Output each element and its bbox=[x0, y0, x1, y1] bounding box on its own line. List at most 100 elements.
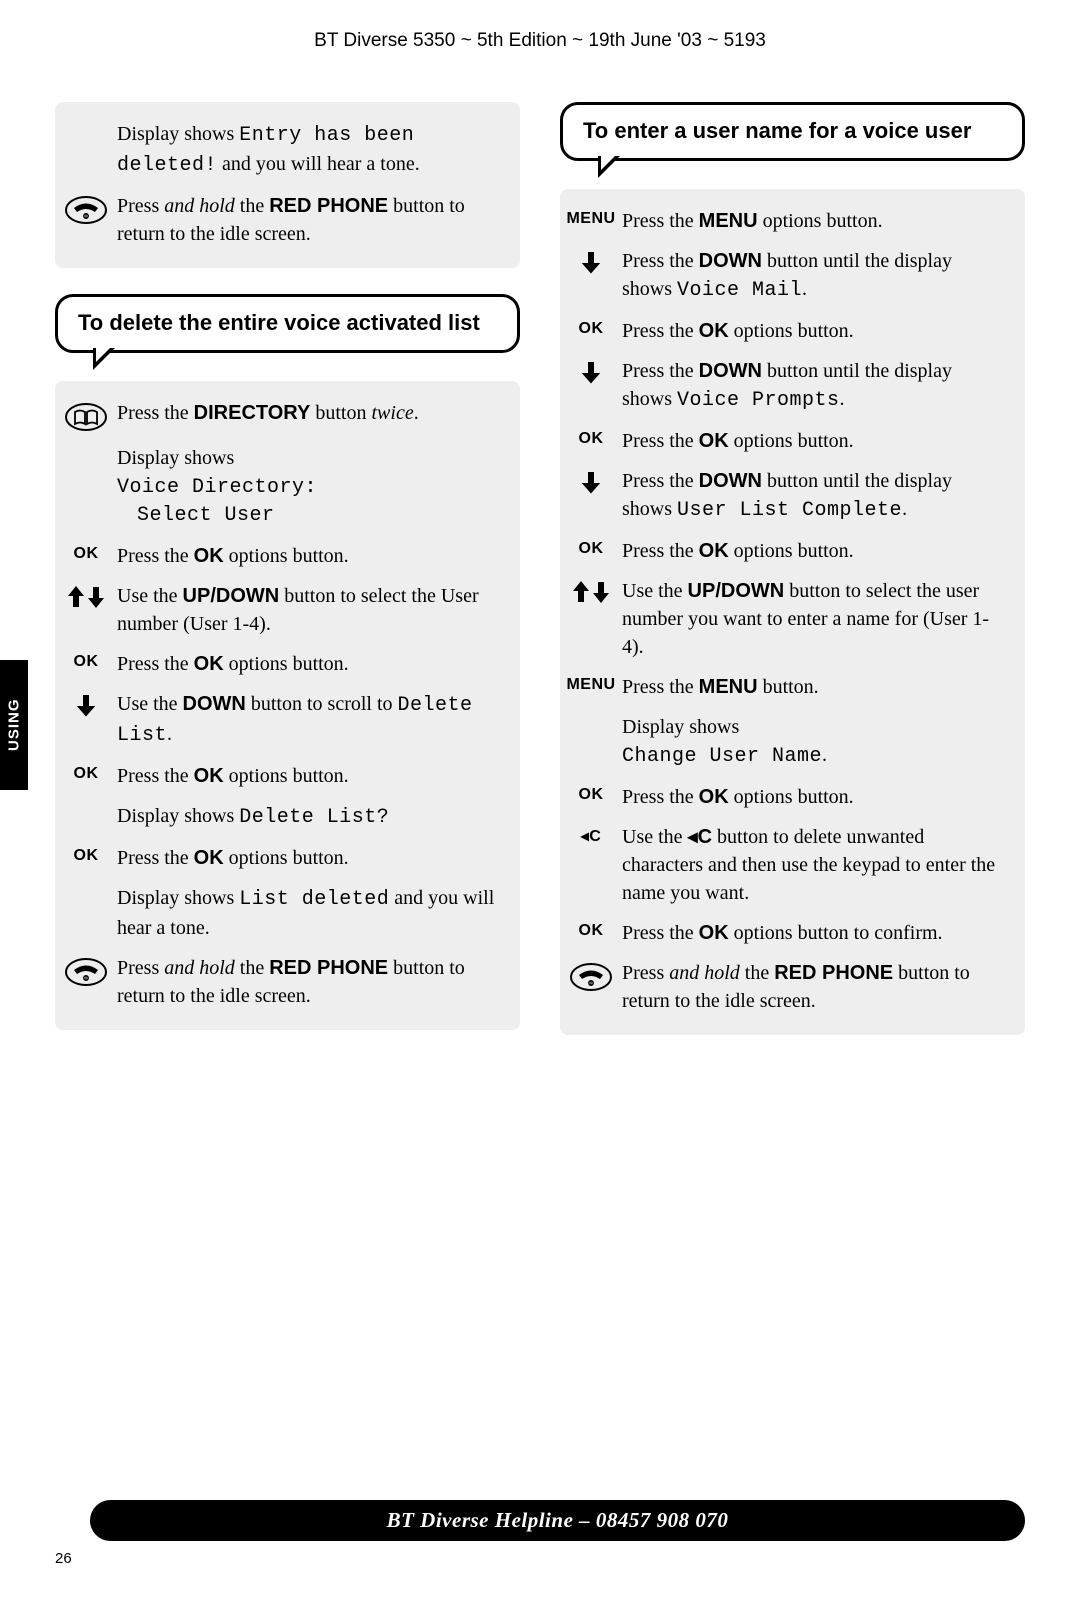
instruction-step: OK Press the OK options button. bbox=[55, 756, 520, 796]
instruction-step: OKPress the OK options button. bbox=[560, 777, 1025, 817]
instruction-step: Press the DIRECTORY button twice. bbox=[55, 393, 520, 438]
step-icon-slot bbox=[55, 954, 117, 987]
step-icon-slot: OK bbox=[55, 844, 117, 865]
step-icon-slot bbox=[55, 690, 117, 717]
step-icon-slot: MENU bbox=[560, 673, 622, 694]
callout-text: To enter a user name for a voice user bbox=[583, 118, 971, 143]
instruction-step: OKPress the OK options button to confirm… bbox=[560, 913, 1025, 953]
step-icon-slot bbox=[55, 120, 117, 123]
instruction-step: Press and hold the RED PHONE button to r… bbox=[560, 953, 1025, 1021]
callout-text: To delete the entire voice activated lis… bbox=[78, 310, 480, 335]
step-text: Press the OK options button to confirm. bbox=[622, 919, 951, 947]
step-text: Press the OK options button. bbox=[622, 317, 862, 345]
step-text: Press the OK options button. bbox=[622, 427, 862, 455]
step-icon-slot: ◂C bbox=[560, 823, 622, 846]
ok-label-icon: OK bbox=[74, 765, 99, 783]
callout-delete-list: To delete the entire voice activated lis… bbox=[55, 294, 520, 353]
step-text: Press the OK options button. bbox=[117, 844, 357, 872]
step-text: Press the OK options button. bbox=[117, 650, 357, 678]
instruction-step: Press the DOWN button until the display … bbox=[560, 351, 1025, 421]
instruction-step: Press the DOWN button until the display … bbox=[560, 461, 1025, 531]
step-text: Press and hold the RED PHONE button to r… bbox=[117, 954, 508, 1010]
step-icon-slot bbox=[560, 959, 622, 992]
instruction-step: Press and hold the RED PHONE button to r… bbox=[55, 186, 520, 254]
page-content: Display shows Entry has been deleted! an… bbox=[55, 102, 1025, 1035]
steps-graybox-left: Press the DIRECTORY button twice. Display… bbox=[55, 381, 520, 1030]
step-text: Press the DOWN button until the display … bbox=[622, 357, 1013, 415]
right-column: To enter a user name for a voice user ME… bbox=[560, 102, 1025, 1035]
document-header: BT Diverse 5350 ~ 5th Edition ~ 19th Jun… bbox=[0, 0, 1080, 52]
red-phone-icon bbox=[569, 962, 613, 992]
ok-label-icon: OK bbox=[74, 653, 99, 671]
step-icon-slot bbox=[560, 713, 622, 716]
step-icon-slot: OK bbox=[55, 542, 117, 563]
step-icon-slot bbox=[55, 884, 117, 887]
step-text: Press and hold the RED PHONE button to r… bbox=[622, 959, 1013, 1015]
step-text: Press and hold the RED PHONE button to r… bbox=[117, 192, 508, 248]
down-arrow-icon bbox=[74, 693, 98, 717]
step-text: Display shows Delete List? bbox=[117, 802, 397, 832]
down-arrow-icon bbox=[579, 360, 603, 384]
step-icon-slot bbox=[55, 444, 117, 447]
step-text: Press the DIRECTORY button twice. bbox=[117, 399, 427, 427]
step-text: Use the UP/DOWN button to select the Use… bbox=[117, 582, 508, 638]
step-icon-slot: OK bbox=[560, 537, 622, 558]
step-icon-slot bbox=[560, 247, 622, 274]
step-text: Display showsChange User Name. bbox=[622, 713, 835, 771]
menu-label-icon: MENU bbox=[566, 210, 615, 228]
instruction-step: MENU Press the MENU button. bbox=[560, 667, 1025, 707]
step-icon-slot bbox=[560, 357, 622, 384]
step-icon-slot: OK bbox=[55, 762, 117, 783]
instruction-step: Use the DOWN button to scroll to Delete … bbox=[55, 684, 520, 756]
instruction-step: Display showsVoice Directory:Select User bbox=[55, 438, 520, 536]
instruction-step: Display shows List deleted and you will … bbox=[55, 878, 520, 948]
menu-label-icon: MENU bbox=[566, 676, 615, 694]
ok-label-icon: OK bbox=[579, 430, 604, 448]
page-number: 26 bbox=[55, 1550, 72, 1567]
ok-label-icon: OK bbox=[579, 320, 604, 338]
instruction-step: Display shows Delete List? bbox=[55, 796, 520, 838]
step-text: Press the OK options button. bbox=[117, 762, 357, 790]
step-text: Press the DOWN button until the display … bbox=[622, 467, 1013, 525]
instruction-step: OK Press the OK options button. bbox=[55, 644, 520, 684]
red-phone-icon bbox=[64, 957, 108, 987]
step-text: Use the DOWN button to scroll to Delete … bbox=[117, 690, 508, 750]
instruction-step: OK Press the OK options button. bbox=[560, 421, 1025, 461]
step-text: Press the MENU button. bbox=[622, 673, 827, 701]
step-icon-slot: MENU bbox=[560, 207, 622, 228]
left-column: Display shows Entry has been deleted! an… bbox=[55, 102, 520, 1035]
step-icon-slot bbox=[560, 467, 622, 494]
instruction-step: Use the UP/DOWN button to select the use… bbox=[560, 571, 1025, 667]
step-icon-slot: OK bbox=[55, 650, 117, 671]
instruction-step: OK Press the OK options button. bbox=[560, 311, 1025, 351]
red-phone-icon bbox=[64, 195, 108, 225]
step-icon-slot bbox=[55, 399, 117, 432]
step-icon-slot: OK bbox=[560, 919, 622, 940]
step-text: Display shows Entry has been deleted! an… bbox=[117, 120, 508, 180]
instruction-step: ◂CUse the ◂C button to delete unwanted c… bbox=[560, 817, 1025, 913]
instruction-step: OK Press the OK options button. bbox=[55, 536, 520, 576]
down-arrow-icon bbox=[579, 250, 603, 274]
step-text: Press the DOWN button until the display … bbox=[622, 247, 1013, 305]
instruction-step: Display shows Entry has been deleted! an… bbox=[55, 114, 520, 186]
up-down-arrow-icon bbox=[66, 585, 106, 609]
down-arrow-icon bbox=[579, 470, 603, 494]
directory-book-icon bbox=[64, 402, 108, 432]
step-text: Press the OK options button. bbox=[117, 542, 357, 570]
instruction-step: OK Press the OK options button. bbox=[55, 838, 520, 878]
step-icon-slot: OK bbox=[560, 427, 622, 448]
instruction-step: MENUPress the MENU options button. bbox=[560, 201, 1025, 241]
ok-label-icon: OK bbox=[74, 847, 99, 865]
up-down-arrow-icon bbox=[571, 580, 611, 604]
steps-graybox-right: MENUPress the MENU options button. Press… bbox=[560, 189, 1025, 1035]
instruction-step: Display showsChange User Name. bbox=[560, 707, 1025, 777]
step-text: Press the OK options button. bbox=[622, 537, 862, 565]
back-c-icon: ◂C bbox=[581, 826, 602, 846]
step-icon-slot: OK bbox=[560, 317, 622, 338]
instruction-step: Press the DOWN button until the display … bbox=[560, 241, 1025, 311]
intro-graybox: Display shows Entry has been deleted! an… bbox=[55, 102, 520, 268]
step-icon-slot bbox=[55, 802, 117, 805]
step-text: Use the UP/DOWN button to select the use… bbox=[622, 577, 1013, 661]
ok-label-icon: OK bbox=[74, 545, 99, 563]
step-icon-slot bbox=[55, 192, 117, 225]
